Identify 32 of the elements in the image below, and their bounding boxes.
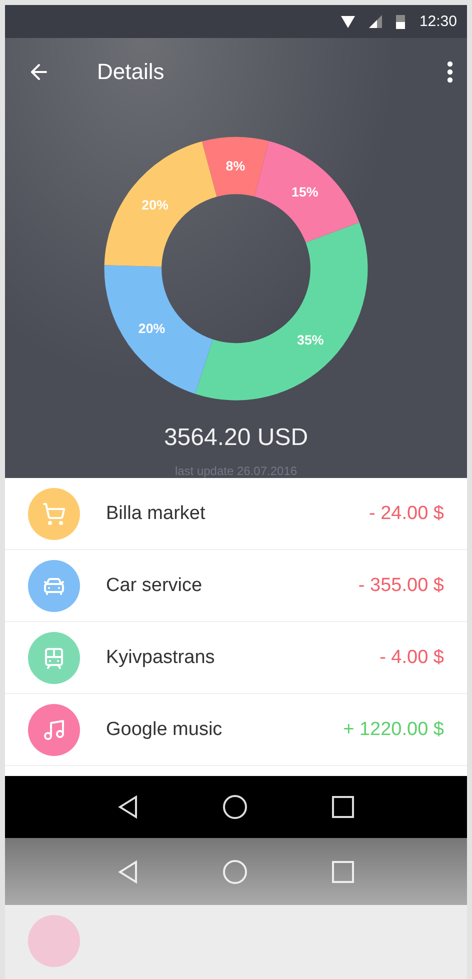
signal-icon xyxy=(369,15,382,28)
back-icon[interactable] xyxy=(116,795,139,819)
transaction-name: Billa market xyxy=(106,502,206,524)
transaction-amount: + 1220.00 $ xyxy=(343,718,444,740)
battery-icon xyxy=(396,14,406,29)
more-menu-button[interactable] xyxy=(447,61,453,84)
transaction-row[interactable]: Kyivpastrans - 4.00 $ xyxy=(5,622,467,694)
transaction-amount: - 4.00 $ xyxy=(380,646,444,668)
transaction-row[interactable]: Billa market - 24.00 $ xyxy=(5,478,467,550)
slice-label: 8% xyxy=(226,158,246,174)
transaction-name: Kyivpastrans xyxy=(106,646,216,668)
transaction-row[interactable]: Car service - 355.00 $ xyxy=(5,550,467,622)
home-icon[interactable] xyxy=(222,794,248,820)
slice-label: 35% xyxy=(297,332,324,348)
recents-icon[interactable] xyxy=(331,795,356,819)
slice-label: 15% xyxy=(292,184,318,200)
status-time: 12:30 xyxy=(419,13,457,30)
avatar-reflection xyxy=(28,915,80,967)
more-icon xyxy=(447,61,453,84)
slice-label: 20% xyxy=(138,320,166,336)
transaction-name: Google music xyxy=(106,718,224,740)
music-note-icon xyxy=(42,718,66,742)
screen-title: Details xyxy=(97,59,166,86)
wifi-icon xyxy=(341,16,356,28)
transaction-name: Car service xyxy=(106,574,204,596)
transaction-row[interactable]: Google music + 1220.00 $ xyxy=(5,694,467,766)
cart-icon xyxy=(42,502,66,526)
tram-icon xyxy=(42,646,66,670)
slice-label: 20% xyxy=(142,197,168,212)
transaction-amount: - 355.00 $ xyxy=(358,574,444,596)
total-amount: 3564.20 USD xyxy=(164,424,308,452)
transaction-amount: - 24.00 $ xyxy=(369,502,444,524)
